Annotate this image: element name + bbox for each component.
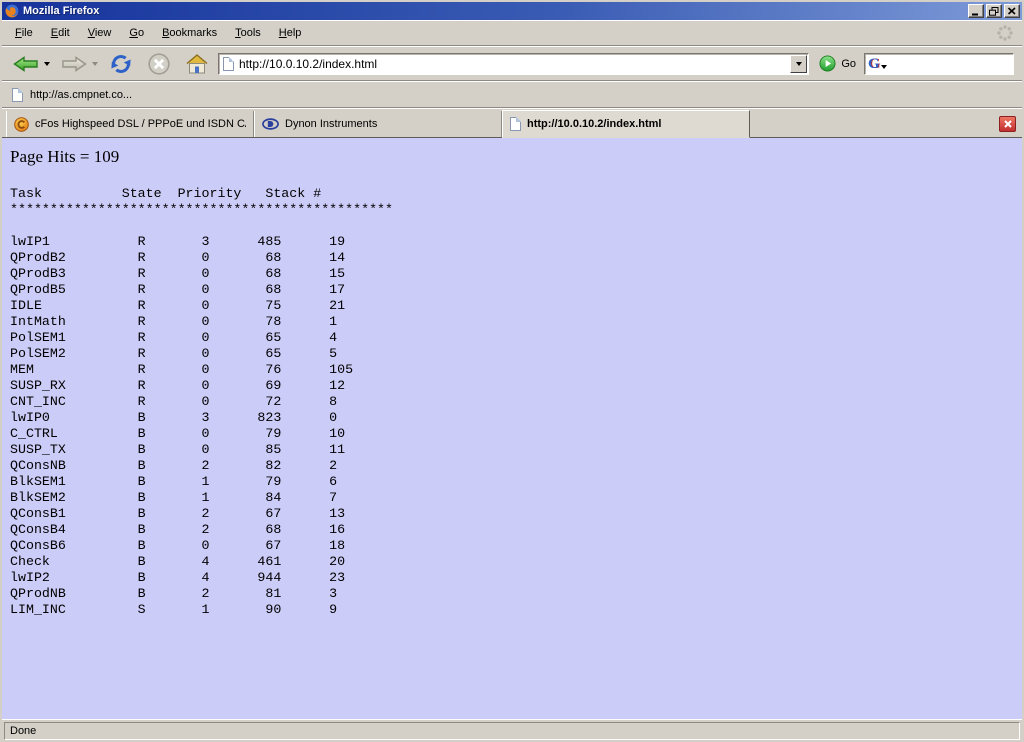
tab-page-icon: [510, 117, 521, 131]
google-g-icon[interactable]: G: [868, 57, 880, 71]
throbber-icon: [994, 22, 1016, 44]
window-title: Mozilla Firefox: [23, 5, 968, 17]
search-bar: G: [864, 53, 1014, 75]
forward-button[interactable]: [58, 50, 90, 78]
tab-index-html[interactable]: http://10.0.10.2/index.html: [502, 110, 750, 138]
home-button[interactable]: [182, 50, 212, 78]
close-button[interactable]: [1004, 4, 1020, 18]
menu-item-go[interactable]: Go: [120, 23, 153, 43]
tab-strip: cFos Highspeed DSL / PPPoE und ISDN CAP.…: [2, 108, 1022, 138]
tab-label: http://10.0.10.2/index.html: [527, 118, 742, 130]
menu-item-tools[interactable]: Tools: [226, 23, 270, 43]
navigation-toolbar: Go G: [2, 46, 1022, 81]
address-dropdown-button[interactable]: [790, 55, 807, 73]
tab-cfos[interactable]: cFos Highspeed DSL / PPPoE und ISDN CAP.…: [6, 111, 254, 137]
title-bar: Mozilla Firefox: [2, 2, 1022, 20]
menu-item-help[interactable]: Help: [270, 23, 311, 43]
close-tab-button[interactable]: [999, 116, 1016, 132]
forward-dropdown[interactable]: [90, 60, 100, 68]
back-button[interactable]: [10, 50, 42, 78]
tab-label: cFos Highspeed DSL / PPPoE und ISDN CAP.…: [35, 118, 246, 130]
status-bar: Done: [2, 719, 1022, 742]
status-text: Done: [10, 725, 36, 737]
go-icon[interactable]: [819, 55, 836, 72]
search-engine-dropdown-icon[interactable]: [881, 65, 887, 69]
bookmarks-toolbar: http://as.cmpnet.co...: [2, 81, 1022, 108]
search-input[interactable]: [890, 57, 1010, 71]
menu-item-bookmarks[interactable]: Bookmarks: [153, 23, 226, 43]
minimize-button[interactable]: [968, 4, 984, 18]
status-panel: Done: [4, 722, 1020, 740]
address-input[interactable]: [239, 55, 789, 73]
tab-label: Dynon Instruments: [285, 118, 494, 130]
dynon-icon: [262, 118, 279, 130]
firefox-icon: [5, 4, 19, 18]
menu-item-edit[interactable]: Edit: [42, 23, 79, 43]
go-button[interactable]: Go: [841, 58, 856, 70]
page-hits-text: Page Hits = 109: [10, 147, 1014, 167]
stop-button[interactable]: [144, 49, 174, 79]
menu-bar: File Edit View Go Bookmarks Tools Help: [2, 20, 1022, 46]
menu-item-file[interactable]: File: [6, 23, 42, 43]
back-dropdown[interactable]: [42, 60, 52, 68]
browser-window: Mozilla Firefox File Edit View Go Bookma…: [0, 0, 1024, 742]
bookmark-item[interactable]: http://as.cmpnet.co...: [30, 89, 132, 101]
task-table: Task State Priority Stack # ************…: [10, 186, 1014, 618]
page-content: Page Hits = 109 Task State Priority Stac…: [2, 138, 1022, 719]
menu-item-view[interactable]: View: [79, 23, 121, 43]
page-icon: [223, 57, 234, 71]
cfos-icon: [14, 117, 29, 132]
address-bar: [218, 53, 809, 75]
restore-button[interactable]: [986, 4, 1002, 18]
tab-dynon[interactable]: Dynon Instruments: [254, 111, 502, 137]
bookmark-page-icon: [12, 88, 23, 102]
reload-button[interactable]: [106, 49, 136, 79]
